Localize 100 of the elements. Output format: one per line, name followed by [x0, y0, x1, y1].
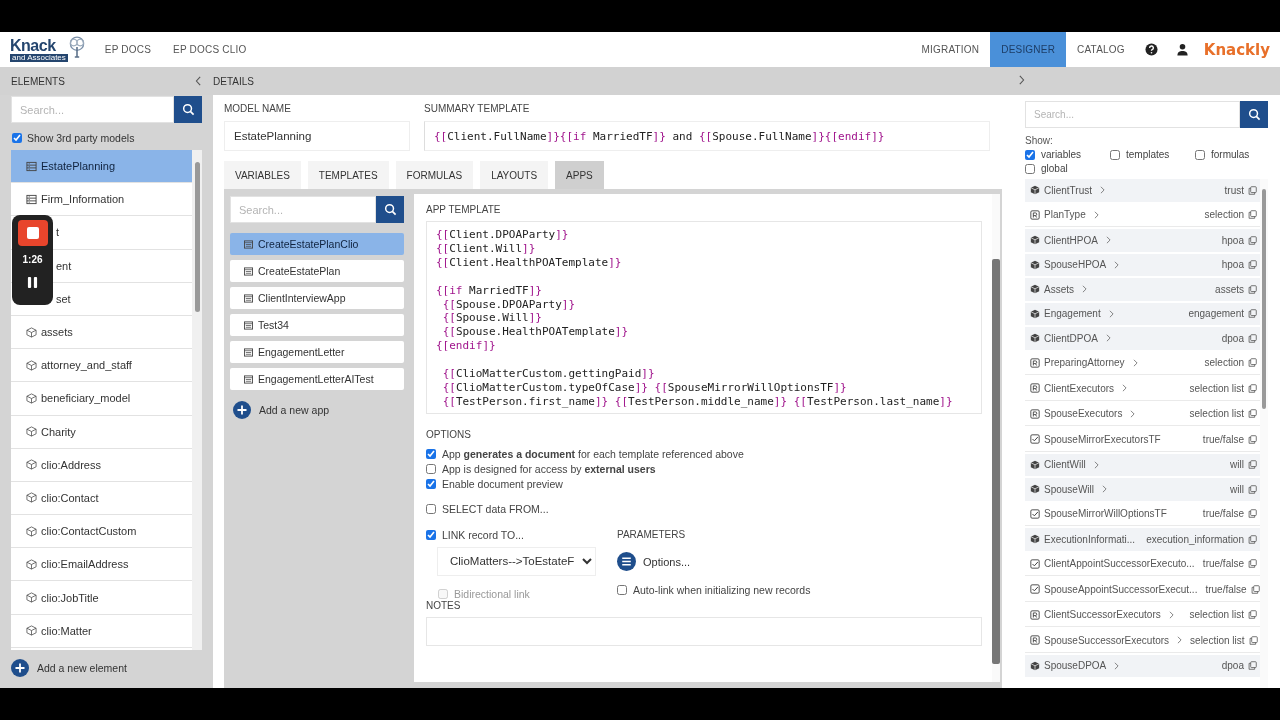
variable-name: ClientTrust — [1044, 184, 1092, 196]
variable-name: PlanType — [1044, 209, 1086, 221]
variable-name: ClientWill — [1044, 459, 1086, 471]
variable-item[interactable]: ClientHPOA hpoa — [1025, 229, 1260, 252]
checkbox-label: Enable document preview — [442, 477, 563, 490]
nav-link[interactable]: EP DOCS — [93, 32, 163, 67]
variable-type: assets — [1215, 283, 1244, 295]
variable-name: ClientHPOA — [1044, 234, 1098, 246]
variable-type: will — [1230, 459, 1244, 471]
variable-item[interactable]: Assets assets — [1025, 278, 1260, 301]
variable-type: dpoa — [1221, 660, 1244, 672]
checkbox-label: LINK record TO... — [442, 528, 524, 541]
variable-name: ClientSuccessorExecutors — [1044, 609, 1161, 621]
add-app-link[interactable]: Add a new app — [259, 404, 330, 416]
checkbox-label: formulas — [1211, 149, 1250, 160]
variable-name: ClientAppointSuccessorExecuto... — [1044, 558, 1195, 570]
variable-item[interactable]: ClientTrust trust — [1025, 179, 1260, 202]
variable-name: SpouseMirrorExecutorsTF — [1044, 433, 1161, 445]
variable-type: selection — [1204, 209, 1244, 221]
variable-name: SpouseMirrorWillOptionsTF — [1044, 508, 1167, 520]
variable-type: selection — [1204, 357, 1244, 369]
section-label: OPTIONS — [426, 428, 472, 440]
variable-name: SpouseSuccessorExecutors — [1044, 634, 1170, 646]
recording-time: 1:26 — [22, 254, 43, 265]
variable-name: Assets — [1044, 283, 1074, 295]
summary-template-field[interactable]: {[Client.FullName]}{[if MarriedTF]} and {[Spouse.FullName]}{[endif]} — [424, 121, 990, 151]
logo-subtitle: and Associates — [10, 53, 68, 62]
variable-name: SpouseWill — [1044, 483, 1095, 495]
variable-item[interactable]: SpouseDPOA dpoa — [1025, 654, 1260, 677]
variable-name: ClientDPOA — [1044, 332, 1098, 344]
variable-type: true/false — [1202, 508, 1244, 520]
variable-type: hpoa — [1221, 259, 1244, 271]
variable-type: hpoa — [1221, 234, 1244, 246]
app-item[interactable]: Test34 — [230, 314, 404, 336]
checkbox-label: Auto-link when initializing new records — [633, 583, 811, 596]
nav-tab[interactable]: MIGRATION — [910, 32, 991, 67]
field-label: MODEL NAME — [224, 103, 292, 114]
checkbox-label: variables — [1041, 149, 1082, 160]
variable-item[interactable]: SpouseHPOA hpoa — [1025, 253, 1260, 276]
app-template-editor[interactable]: {[Client.DPOAParty]} {[Client.Will]} {[Client.HealthPOATemplate]} {[if MarriedTF]} {[Spouse.DPOAParty]} {[Spouse.Will]} {[Spouse.HealthPOATemplate]} {[endif]} {[ClioMatterCustom.gettingPaid]} {[ClioMatterCustom.typeOfCase]} {[SpouseMirrorWillOptionsTF]} {[TestPerson.first_name]} {[TestPerson.middle_name]} {[TestPerson.last_name]} — [426, 221, 982, 414]
variable-type: engagement — [1188, 308, 1244, 320]
variable-type: selection list — [1190, 634, 1245, 646]
link-select[interactable]: ClioMatters-->ToEstateF — [437, 546, 596, 576]
panel-title: DETAILS — [213, 75, 254, 87]
tab[interactable]: LAYOUTS — [480, 161, 549, 189]
variable-type: execution_information — [1146, 533, 1244, 545]
variable-item[interactable]: ClientDPOA dpoa — [1025, 327, 1260, 350]
app-item[interactable]: CreateEstatePlanClio — [230, 233, 404, 255]
variable-name: SpouseDPOA — [1044, 660, 1107, 672]
variable-name: SpouseAppointSuccessorExecut... — [1044, 583, 1198, 595]
options-link[interactable]: Options... — [643, 555, 691, 568]
nav-tab[interactable]: CATALOG — [1066, 32, 1136, 67]
element-item[interactable]: EstatePlanning — [11, 150, 192, 184]
variable-item[interactable]: ExecutionInformati... execution_information — [1025, 528, 1260, 551]
panel-title: ELEMENTS — [11, 75, 65, 87]
search-field[interactable]: Search... — [1025, 101, 1240, 128]
section-label: APP TEMPLATE — [426, 204, 502, 215]
variable-type: selection list — [1189, 382, 1244, 394]
tab[interactable]: APPS — [555, 161, 604, 189]
variable-type: will — [1230, 483, 1244, 495]
model-name-field[interactable]: EstatePlanning — [224, 121, 410, 151]
logo-name: Knack — [10, 37, 57, 54]
variable-type: selection list — [1189, 408, 1244, 420]
variable-name: ExecutionInformati... — [1044, 533, 1136, 545]
show-label: Show: — [1025, 135, 1054, 146]
checkbox-label: App generates a document for each template referenced above — [442, 447, 744, 460]
variable-item[interactable]: SpouseWill will — [1025, 478, 1260, 501]
checkbox-label: Bidirectional link — [454, 587, 530, 600]
variable-name: SpouseHPOA — [1044, 259, 1107, 271]
field-label: SUMMARY TEMPLATE — [424, 103, 531, 114]
variable-name: PreparingAttorney — [1044, 357, 1125, 369]
checkbox-label: Show 3rd party models — [27, 132, 135, 144]
checkbox-label: App is designed for access by external users — [442, 462, 656, 475]
app-item[interactable]: EngagementLetter — [230, 341, 404, 363]
variable-type: selection list — [1189, 609, 1244, 621]
checkbox-label: SELECT data FROM... — [442, 502, 549, 515]
app-item[interactable]: CreateEstatePlan — [230, 260, 404, 282]
variable-name: SpouseExecutors — [1044, 408, 1123, 420]
tab[interactable]: VARIABLES — [224, 161, 301, 189]
variable-name: ClientExecutors — [1044, 382, 1115, 394]
section-label: PARAMETERS — [617, 528, 687, 540]
variable-type: true/false — [1205, 583, 1247, 595]
variable-type: dpoa — [1221, 332, 1244, 344]
variable-type: true/false — [1202, 558, 1244, 570]
checkbox-label: global — [1041, 163, 1068, 174]
search-field[interactable]: Search... — [230, 196, 376, 223]
variable-item[interactable]: ClientWill will — [1025, 453, 1260, 476]
app-item[interactable]: EngagementLetterAITest — [230, 368, 404, 390]
variable-type: true/false — [1202, 433, 1244, 445]
app-item[interactable]: ClientInterviewApp — [230, 287, 404, 309]
checkbox-label: templates — [1126, 149, 1170, 160]
nav-link[interactable]: EP DOCS CLIO — [162, 32, 258, 67]
tab[interactable]: FORMULAS — [395, 161, 474, 189]
variable-name: Engagement — [1044, 308, 1101, 320]
variable-item[interactable]: Engagement engagement — [1025, 302, 1260, 325]
section-label: NOTES — [426, 599, 462, 611]
add-element-link[interactable]: Add a new element — [37, 662, 127, 674]
tab[interactable]: TEMPLATES — [307, 161, 389, 189]
variable-type: trust — [1224, 184, 1244, 196]
search-field[interactable]: Search... — [11, 96, 174, 123]
